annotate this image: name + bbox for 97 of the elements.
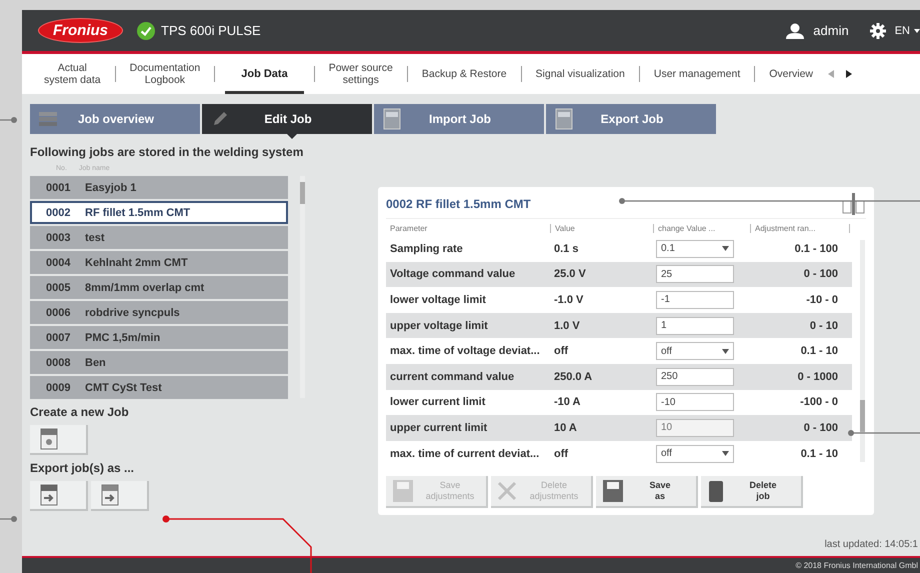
parameter-value: off	[553, 448, 570, 460]
column-header[interactable]: Parameter	[386, 224, 551, 233]
adjustment-range: 0.1 - 100	[794, 242, 839, 255]
leader-line	[848, 430, 920, 436]
job-row[interactable]: 0006 robdrive syncpuls	[30, 301, 288, 324]
nav-tab[interactable]: Job Data	[225, 54, 304, 94]
parameter-name: Sampling rate	[389, 242, 464, 255]
columns-icon[interactable]	[842, 193, 866, 215]
export-pdf-button[interactable]	[30, 481, 88, 511]
new-job-button[interactable]	[30, 425, 88, 455]
job-row[interactable]: 0003 test	[30, 226, 288, 249]
action-button[interactable]: Save as	[596, 476, 698, 508]
nav-tab[interactable]: Overview	[765, 54, 817, 94]
adjustment-range: 0 - 10	[808, 320, 839, 332]
parameter-name: lower voltage limit	[389, 294, 487, 306]
document-icon	[40, 428, 58, 450]
parameter-value: 1.0 V	[553, 320, 581, 332]
scroll-left-icon[interactable]	[827, 69, 835, 79]
jobs-heading: Following jobs are stored in the welding system	[30, 145, 304, 159]
parameter-value: 0.1 s	[553, 242, 580, 255]
adjustment-range: 0 - 100	[802, 422, 839, 434]
job-row[interactable]: 0009 CMT CySt Test	[30, 376, 288, 399]
leader-line	[0, 516, 17, 522]
parameter-name: upper current limit	[389, 422, 488, 434]
job-row[interactable]: 0008 Ben	[30, 351, 288, 374]
parameter-value: 250.0 A	[553, 370, 594, 383]
user-name[interactable]: admin	[813, 23, 849, 38]
column-header[interactable]: change Value ...	[654, 224, 751, 233]
user-icon[interactable]	[786, 22, 804, 38]
job-row[interactable]: 0002 RF fillet 1.5mm CMT	[30, 201, 288, 224]
dropdown-field[interactable]: off	[656, 444, 734, 463]
job-row[interactable]: 0001 Easyjob 1	[30, 176, 288, 199]
adjustment-range: 0 - 1000	[796, 370, 839, 383]
scrollbar[interactable]	[860, 240, 865, 462]
subtab[interactable]: Job overview	[30, 104, 200, 134]
adjustment-range: 0.1 - 10	[800, 345, 839, 358]
parameter-value: -1.0 V	[553, 294, 584, 306]
document-export-icon	[101, 484, 119, 506]
language-selector[interactable]: EN	[894, 24, 910, 36]
job-row[interactable]: 0004 Kehlnaht 2mm CMT	[30, 251, 288, 274]
caret-icon	[722, 246, 729, 252]
parameter-name: lower current limit	[389, 396, 486, 408]
leader-line	[0, 117, 17, 123]
dropdown-field[interactable]: off	[656, 342, 734, 360]
parameter-value: -10 A	[553, 396, 582, 408]
dropdown-field[interactable]: 0.1	[656, 240, 734, 258]
scroll-right-icon[interactable]	[845, 69, 853, 79]
input-field[interactable]: -1	[656, 290, 734, 309]
job-row[interactable]: 0005 8mm/1mm overlap cmt	[30, 276, 288, 299]
parameter-value: 10 A	[553, 422, 578, 434]
close-icon	[497, 481, 517, 502]
copyright-text: © 2018 Fronius International Gmbl	[796, 561, 918, 570]
caret-icon	[722, 451, 729, 456]
caret-icon[interactable]	[914, 28, 920, 32]
last-updated-text: last updated: 14:05:1	[824, 539, 918, 550]
nav-tab[interactable]: Signal visualization	[532, 54, 629, 94]
input-field[interactable]: 25	[656, 265, 734, 284]
column-header[interactable]: Adjustment ran...	[751, 224, 850, 233]
input-field[interactable]: -10	[656, 393, 734, 412]
adjustment-range: 0.1 - 10	[800, 448, 839, 460]
adjustment-range: -10 - 0	[805, 294, 839, 306]
export-heading: Export job(s) as ...	[30, 461, 136, 475]
scrollbar[interactable]	[300, 176, 305, 398]
action-button[interactable]: Delete job	[701, 476, 803, 508]
settings-icon[interactable]	[870, 22, 886, 38]
document-icon	[554, 108, 574, 130]
nav-tab[interactable]: User management	[650, 54, 744, 94]
logo: Fronius	[38, 18, 123, 43]
job-title: 0002 RF fillet 1.5mm CMT	[386, 197, 531, 211]
trash-can-icon	[707, 479, 725, 504]
subtab[interactable]: Export Job	[546, 104, 716, 134]
document-icon	[382, 108, 402, 130]
parameter-name: Voltage command value	[389, 268, 516, 280]
device-name: TPS 600i PULSE	[161, 23, 261, 38]
nav-tab[interactable]: Documentation Logbook	[126, 54, 204, 94]
nav-tab[interactable]: Power source settings	[324, 54, 397, 94]
parameter-value: 25.0 V	[553, 268, 587, 280]
adjustment-range: -100 - 0	[799, 396, 839, 408]
parameter-name: upper voltage limit	[389, 320, 489, 332]
parameter-name: max. time of current deviat...	[389, 448, 540, 460]
input-field[interactable]: 250	[656, 368, 734, 386]
parameter-name: current command value	[389, 370, 516, 383]
column-header[interactable]: Value	[551, 224, 654, 233]
nav-tab[interactable]: Actual system data	[40, 54, 105, 94]
subtab[interactable]: Import Job	[374, 104, 544, 134]
caret-icon	[722, 348, 729, 354]
parameter-name: max. time of voltage deviat...	[389, 345, 541, 358]
export-xml-button[interactable]	[91, 481, 149, 511]
create-job-heading: Create a new Job	[30, 405, 130, 419]
job-row[interactable]: 0007 PMC 1,5m/min	[30, 326, 288, 349]
document-export-icon	[40, 484, 58, 506]
input-field[interactable]: 1	[656, 316, 734, 335]
parameter-value: off	[553, 345, 570, 358]
tab-pointer-icon	[287, 134, 297, 139]
adjustment-range: 0 - 100	[802, 268, 839, 280]
nav-tab[interactable]: Backup & Restore	[418, 54, 511, 94]
list-icon	[38, 109, 58, 129]
